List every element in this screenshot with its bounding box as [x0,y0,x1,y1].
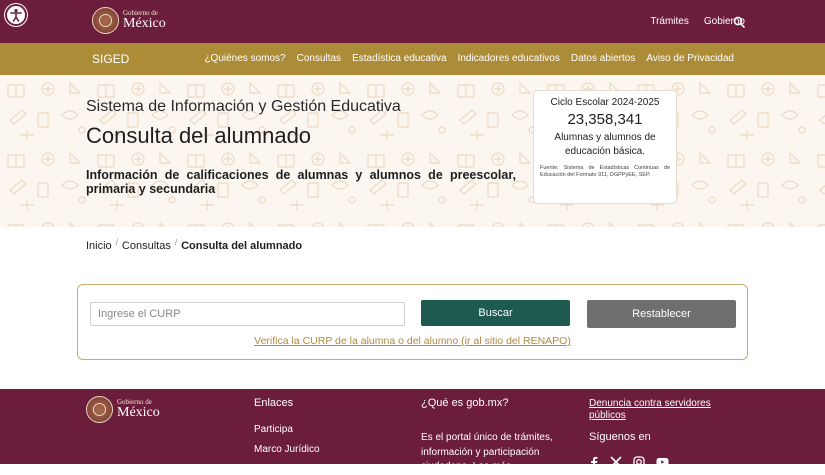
footer-link-marco-juridico[interactable]: Marco Jurídico [254,444,320,455]
social-links [589,455,669,473]
breadcrumb-separator: / [174,238,178,247]
top-nav: Trámites Gobierno [650,16,745,27]
top-bar: Gobierno de México Trámites Gobierno [0,0,825,43]
x-icon[interactable] [610,455,622,473]
page-title: Consulta del alumnado [86,123,312,148]
breadcrumb: Inicio / Consultas / Consulta del alumna… [86,238,303,252]
stats-value: 23,358,341 [567,111,643,128]
nav-estadistica[interactable]: Estadística educativa [352,53,447,64]
nav-quienes-somos[interactable]: ¿Quiénes somos? [204,53,285,64]
footer-seal-icon [86,396,113,423]
footer-link-participa[interactable]: Participa [254,424,293,435]
youtube-icon[interactable] [656,455,669,473]
nav-tramites[interactable]: Trámites [650,16,689,27]
accessibility-icon[interactable] [5,4,27,26]
nav-aviso-privacidad[interactable]: Aviso de Privacidad [646,53,734,64]
breadcrumb-consultas[interactable]: Consultas [122,240,171,252]
breadcrumb-separator: / [115,238,118,247]
page-description: Información de calificaciones de alumnas… [86,168,516,196]
gobierno-logo[interactable]: Gobierno de México [92,7,166,34]
stats-label: Alumnas y alumnos de educación básica. [554,132,656,157]
breadcrumb-inicio[interactable]: Inicio [86,240,112,252]
siged-nav-bar: SIGED ¿Quiénes somos? Consultas Estadíst… [0,43,825,75]
stats-source: Fuente: Sistema de Estadísticas Continua… [540,165,670,179]
stats-card: Ciclo Escolar 2024-2025 23,358,341 Alumn… [533,90,677,204]
curp-input[interactable] [90,302,405,326]
search-icon[interactable] [733,15,745,28]
footer: Gobierno de México Enlaces Participa Mar… [0,389,825,472]
footer-logo-big-text: México [117,405,160,420]
denuncia-link[interactable]: Denuncia contra servidores públicos [589,398,729,422]
siged-brand[interactable]: SIGED [92,52,129,66]
instagram-icon[interactable] [633,455,645,473]
breadcrumb-current: Consulta del alumnado [181,240,303,252]
reset-button[interactable]: Restablecer [587,300,736,328]
hero-banner: Sistema de Información y Gestión Educati… [0,75,825,227]
renapo-link[interactable]: Verifica la CURP de la alumna o del alum… [78,335,747,347]
footer-links-title: Enlaces [254,397,294,409]
nav-datos-abiertos[interactable]: Datos abiertos [571,53,635,64]
facebook-icon[interactable] [589,455,599,473]
nav-consultas[interactable]: Consultas [297,53,341,64]
logo-big-text: México [123,16,166,31]
footer-gob-title: ¿Qué es gob.mx? [421,397,509,409]
stats-cycle: Ciclo Escolar 2024-2025 [550,97,660,108]
nav-indicadores[interactable]: Indicadores educativos [458,53,560,64]
footer-gob-text: Es el portal único de trámites, informac… [421,432,553,472]
search-button[interactable]: Buscar [421,300,570,326]
footer-gobierno-logo[interactable]: Gobierno de México [86,396,160,423]
seal-icon [92,7,119,34]
footer-follow-title: Síguenos en [589,431,651,443]
search-panel: Buscar Restablecer Verifica la CURP de l… [77,284,748,360]
siged-nav: ¿Quiénes somos? Consultas Estadística ed… [204,53,734,64]
system-subtitle: Sistema de Información y Gestión Educati… [86,98,401,115]
